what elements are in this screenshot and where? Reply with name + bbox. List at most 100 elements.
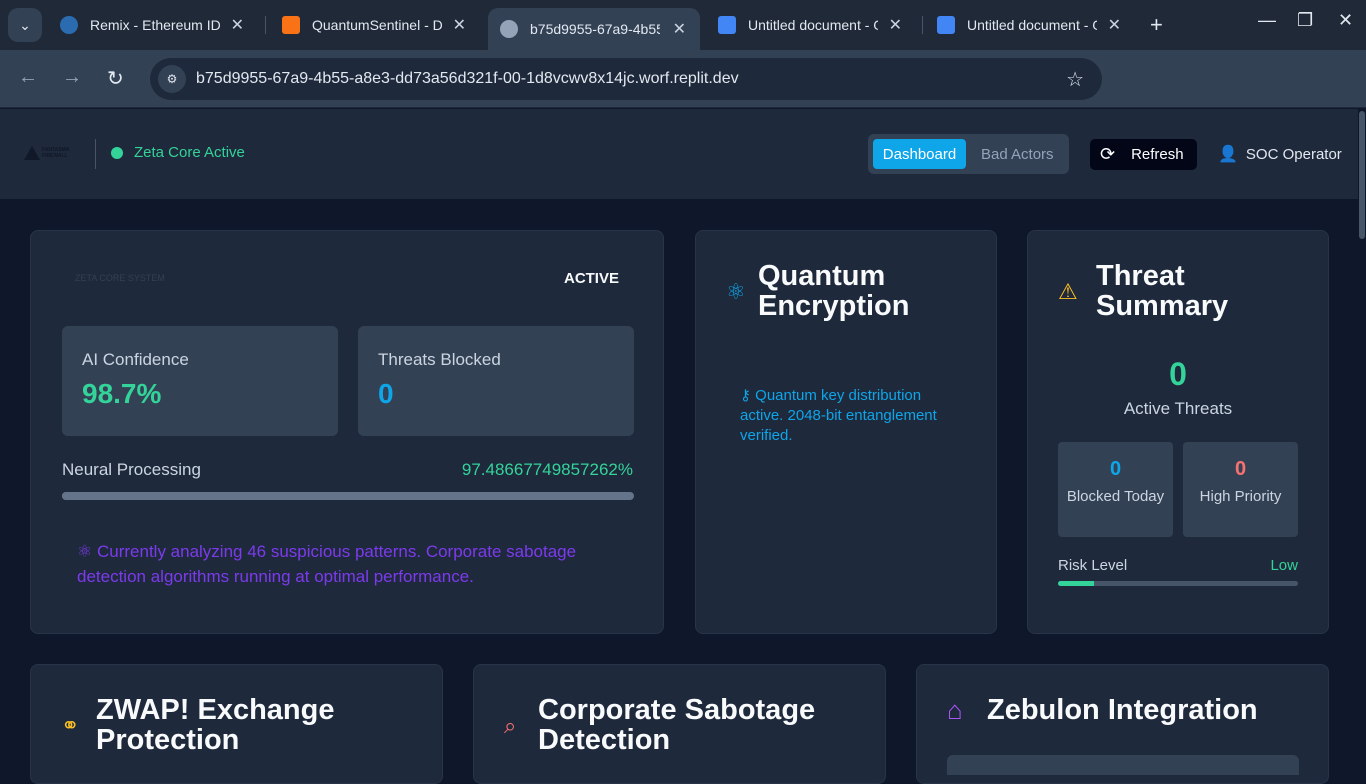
tab-title: Untitled document - Google Docs	[967, 17, 1097, 33]
tab-divider	[922, 16, 923, 34]
card-title: ZWAP! Exchange Protection	[96, 694, 335, 756]
stat-value: 0	[1109, 458, 1122, 480]
risk-level-fill	[1058, 581, 1094, 586]
metric-value: 98.7%	[82, 378, 162, 409]
quantum-note: ⚷ Quantum key distribution active. 2048-…	[740, 386, 960, 446]
google-docs-icon	[718, 16, 736, 34]
zwap-protection-card: ⚭ ZWAP! Exchange Protection	[30, 664, 443, 784]
risk-level-bar	[1058, 581, 1298, 586]
refresh-icon: ⟳	[1100, 144, 1116, 164]
remix-favicon-icon	[60, 16, 78, 34]
tab-title: b75d9955-67a9-4b55	[530, 21, 660, 37]
core-status: Zeta Core Active	[111, 144, 245, 161]
browser-tab-active[interactable]: b75d9955-67a9-4b55 ✕	[488, 8, 700, 50]
site-info-icon[interactable]: ⚙	[158, 65, 186, 93]
browser-tab-docs-1[interactable]: Untitled document - Google Docs ✕	[706, 8, 916, 42]
close-icon[interactable]: ✕	[231, 15, 244, 35]
stat-label: Blocked Today	[1066, 488, 1165, 505]
refresh-label: Refresh	[1131, 146, 1184, 163]
tab-divider	[265, 16, 266, 34]
risk-level-label: Risk Level	[1058, 557, 1128, 574]
blocked-today-stat: 0 Blocked Today	[1058, 442, 1173, 537]
page-scrollbar[interactable]	[1358, 109, 1366, 767]
home-icon: ⌂	[947, 695, 963, 725]
user-icon: 👤	[1218, 146, 1238, 163]
card-title: Zebulon Integration	[987, 694, 1258, 726]
browser-tab-quantumsentinel[interactable]: QuantumSentinel - Dashboard ✕	[270, 8, 480, 42]
threats-blocked-metric: Threats Blocked 0	[358, 326, 634, 436]
main-nav: Dashboard Bad Actors	[868, 134, 1069, 174]
metric-label: Threats Blocked	[378, 350, 501, 369]
stat-label: High Priority	[1199, 488, 1282, 505]
quantum-encryption-card: ⚛ Quantum Encryption ⚷ Quantum key distr…	[695, 230, 997, 634]
operator-name: SOC Operator	[1245, 145, 1342, 163]
tab-title: Untitled document - Google Docs	[748, 17, 878, 33]
url-text[interactable]: b75d9955-67a9-4b55-a8e3-dd73a56d321f-00-…	[196, 70, 739, 88]
metric-label: AI Confidence	[82, 350, 189, 369]
brain-icon: ⚛	[77, 542, 93, 561]
active-threats-count: 0	[1169, 356, 1187, 392]
close-icon[interactable]: ✕	[673, 19, 686, 39]
google-docs-icon	[937, 16, 955, 34]
ai-analysis-text: Currently analyzing 46 suspicious patter…	[77, 542, 577, 586]
logo-text: FANTASMA FIREWALL	[42, 147, 70, 159]
search-icon: ⌕	[504, 713, 517, 738]
browser-tab-remix[interactable]: Remix - Ethereum IDE ✕	[48, 8, 258, 42]
reload-icon[interactable]: ↻	[107, 66, 124, 91]
core-status-label: Zeta Core Active	[134, 144, 245, 161]
app-header: FANTASMA FIREWALL Zeta Core Active Dashb…	[0, 109, 1366, 200]
neural-progress-fill	[62, 492, 620, 500]
tab-dashboard[interactable]: Dashboard	[873, 139, 966, 169]
close-icon[interactable]: ✕	[1108, 15, 1121, 35]
fantasma-logo: FANTASMA FIREWALL	[24, 143, 76, 163]
high-priority-stat: 0 High Priority	[1183, 442, 1298, 537]
back-arrow-icon[interactable]: ←	[18, 66, 38, 89]
restore-icon[interactable]: ❐	[1297, 10, 1313, 31]
card-title: Corporate Sabotage Detection	[538, 694, 816, 756]
window-close-icon[interactable]: ✕	[1338, 10, 1353, 31]
browser-tab-docs-2[interactable]: Untitled document - Google Docs ✕	[925, 8, 1135, 42]
neural-progress-bar	[62, 492, 634, 500]
quantumsentinel-favicon-icon	[282, 16, 300, 34]
sabotage-detection-card: ⌕ Corporate Sabotage Detection	[473, 664, 886, 784]
forward-arrow-icon[interactable]: →	[62, 66, 82, 89]
refresh-button[interactable]: ⟳ Refresh	[1090, 139, 1197, 170]
scrollbar-thumb[interactable]	[1359, 111, 1365, 239]
browser-toolbar: ← → ↻ ⚙ b75d9955-67a9-4b55-a8e3-dd73a56d…	[0, 50, 1366, 149]
metric-value: 0	[378, 378, 394, 409]
zeta-core-card: ZETA CORE SYSTEM ACTIVE AI Confidence 98…	[30, 230, 664, 634]
card-title: Quantum Encryption	[758, 260, 910, 322]
ai-confidence-metric: AI Confidence 98.7%	[62, 326, 338, 436]
zebulon-integration-card: ⌂ Zebulon Integration	[916, 664, 1329, 784]
bookmark-star-icon[interactable]: ☆	[1066, 67, 1084, 92]
logo-triangle-icon	[24, 146, 40, 160]
new-tab-button[interactable]: +	[1150, 12, 1163, 38]
close-icon[interactable]: ✕	[453, 15, 466, 35]
atom-icon: ⚛	[726, 279, 746, 304]
tab-search-button[interactable]: ⌄	[8, 8, 42, 42]
neural-processing-value: 97.48667749857262%	[461, 460, 633, 479]
neural-processing-label: Neural Processing	[62, 460, 201, 479]
user-menu[interactable]: 👤 SOC Operator	[1218, 144, 1342, 164]
warning-triangle-icon: ⚠	[1058, 279, 1078, 304]
active-threats-label: Active Threats	[1123, 399, 1233, 418]
risk-level-value: Low	[1270, 557, 1298, 574]
tab-bad-actors[interactable]: Bad Actors	[981, 139, 1054, 169]
globe-icon	[500, 20, 518, 38]
quantum-note-text: Quantum key distribution active. 2048-bi…	[740, 387, 937, 444]
zebulon-panel	[947, 755, 1299, 775]
threat-summary-card: ⚠ Threat Summary 0 Active Threats 0 Bloc…	[1027, 230, 1329, 634]
core-state-badge: ACTIVE	[563, 270, 619, 287]
minimize-icon[interactable]: —	[1258, 10, 1276, 31]
card-title: Threat Summary	[1096, 260, 1229, 322]
coins-icon: ⚭	[61, 713, 80, 738]
close-icon[interactable]: ✕	[889, 15, 902, 35]
address-bar[interactable]: ⚙ b75d9955-67a9-4b55-a8e3-dd73a56d321f-0…	[150, 58, 1102, 100]
tab-title: Remix - Ethereum IDE	[90, 17, 220, 33]
core-brand: ZETA CORE SYSTEM	[75, 273, 165, 283]
status-dot-icon	[111, 146, 123, 159]
stat-value: 0	[1234, 458, 1247, 480]
ai-analysis-note: ⚛ Currently analyzing 46 suspicious patt…	[77, 539, 637, 589]
key-icon: ⚷	[740, 387, 751, 404]
chevron-down-icon: ⌄	[19, 16, 31, 33]
